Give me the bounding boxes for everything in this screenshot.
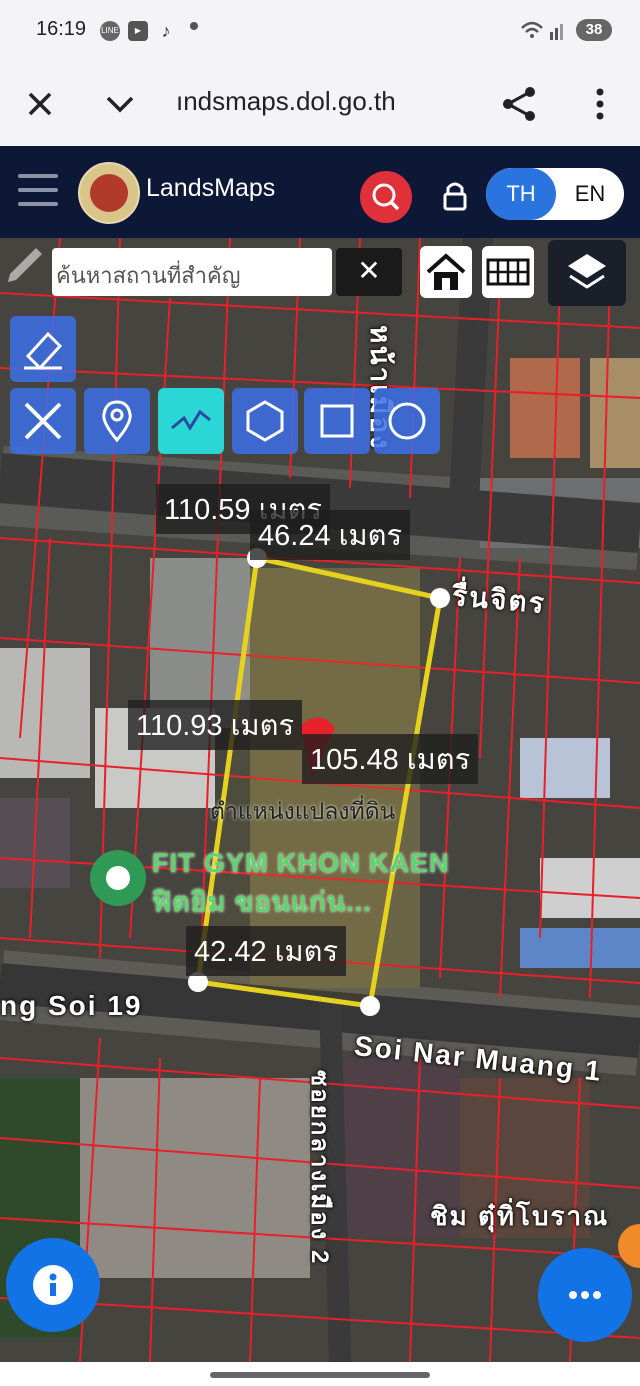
pencil-icon [8, 248, 42, 282]
more-menu-button[interactable] [576, 80, 624, 128]
share-button[interactable] [496, 80, 544, 128]
battery-indicator: 38 [576, 19, 612, 41]
eraser-icon [24, 331, 63, 371]
share-icon [503, 87, 535, 121]
street-label-vertical-bottom: ซอยกลางเมือง 2 [306, 1070, 333, 1266]
measurement-label: 110.93 เมตร [128, 700, 303, 750]
polygon-tool-button[interactable] [232, 388, 298, 454]
search-icon [372, 183, 400, 211]
measurement-label: 42.42 เมตร [186, 926, 347, 976]
close-icon [28, 92, 52, 116]
youtube-app-icon: ▶ [128, 21, 148, 41]
lock-icon [443, 182, 467, 211]
info-icon [33, 1265, 73, 1305]
polygon-icon [246, 400, 284, 442]
more-horizontal-icon [569, 1291, 601, 1299]
brand-title: LandsMaps [146, 174, 276, 202]
pin-tool-button[interactable] [84, 388, 150, 454]
poi-label-en: FIT GYM KHON KAEN [152, 848, 450, 878]
wifi-signal-icon [521, 21, 563, 40]
street-label-soi19: ng Soi 19 [0, 990, 143, 1021]
measurement-label: 105.48 เมตร [302, 734, 479, 784]
ruler-pencil-icon [24, 402, 62, 440]
measurement-label: 46.24 เมตร [250, 510, 411, 560]
place-search-placeholder: ค้นหาสถานที่สำคัญ [56, 263, 241, 288]
login-button[interactable] [440, 178, 470, 214]
language-toggle: TH EN [486, 168, 624, 220]
parcel-position-label: ตำแหน่งแปลงที่ดิน [210, 798, 396, 824]
grid-button[interactable] [482, 246, 534, 298]
search-button[interactable] [360, 171, 412, 223]
status-bar: 16:19 LINE ▶ ♪ 38 [0, 0, 640, 62]
department-logo [78, 162, 140, 224]
line-tool-button[interactable] [158, 388, 224, 454]
info-button[interactable] [6, 1238, 100, 1332]
more-vertical-icon [596, 88, 604, 120]
rectangle-tool-button[interactable] [304, 388, 370, 454]
status-time: 16:19 [36, 18, 87, 40]
layers-button[interactable] [548, 240, 626, 306]
system-nav-bar [0, 1362, 640, 1386]
street-label-runjit: รื่นจิตร [450, 579, 548, 620]
expand-button[interactable] [96, 80, 144, 128]
home-gesture-pill[interactable] [210, 1372, 430, 1378]
tiktok-app-icon: ♪ [161, 21, 171, 41]
line-app-icon: LINE [100, 21, 120, 41]
more-options-button[interactable] [538, 1248, 632, 1342]
rectangle-icon [320, 404, 354, 438]
polyline-icon [171, 409, 211, 431]
layers-icon [568, 254, 606, 289]
search-clear-button[interactable]: ✕ [336, 248, 402, 296]
ruler-pencil-tool-button[interactable] [10, 388, 76, 454]
circle-icon [388, 402, 426, 440]
lang-th-button[interactable]: TH [486, 168, 556, 220]
shop-label: ชิม ตุ๋ทิ่โบราณ [430, 1201, 610, 1231]
eraser-tool-button[interactable] [10, 316, 76, 382]
pencil-tab[interactable] [0, 236, 52, 286]
hamburger-menu-button[interactable] [18, 174, 58, 210]
home-button[interactable] [420, 246, 472, 298]
notification-dot [190, 22, 198, 30]
home-icon [426, 253, 466, 290]
circle-tool-button[interactable] [374, 388, 440, 454]
chevron-down-icon [106, 96, 134, 113]
poi-label-th: ฟิตยิม ขอนแก่น... [152, 887, 372, 917]
grid-icon [486, 258, 530, 286]
lang-en-button[interactable]: EN [556, 168, 624, 220]
close-tab-button[interactable] [16, 80, 64, 128]
url-text[interactable]: ındsmaps.dol.go.th [176, 86, 396, 117]
map-pin-icon [102, 400, 132, 443]
browser-toolbar: ındsmaps.dol.go.th [0, 62, 640, 146]
